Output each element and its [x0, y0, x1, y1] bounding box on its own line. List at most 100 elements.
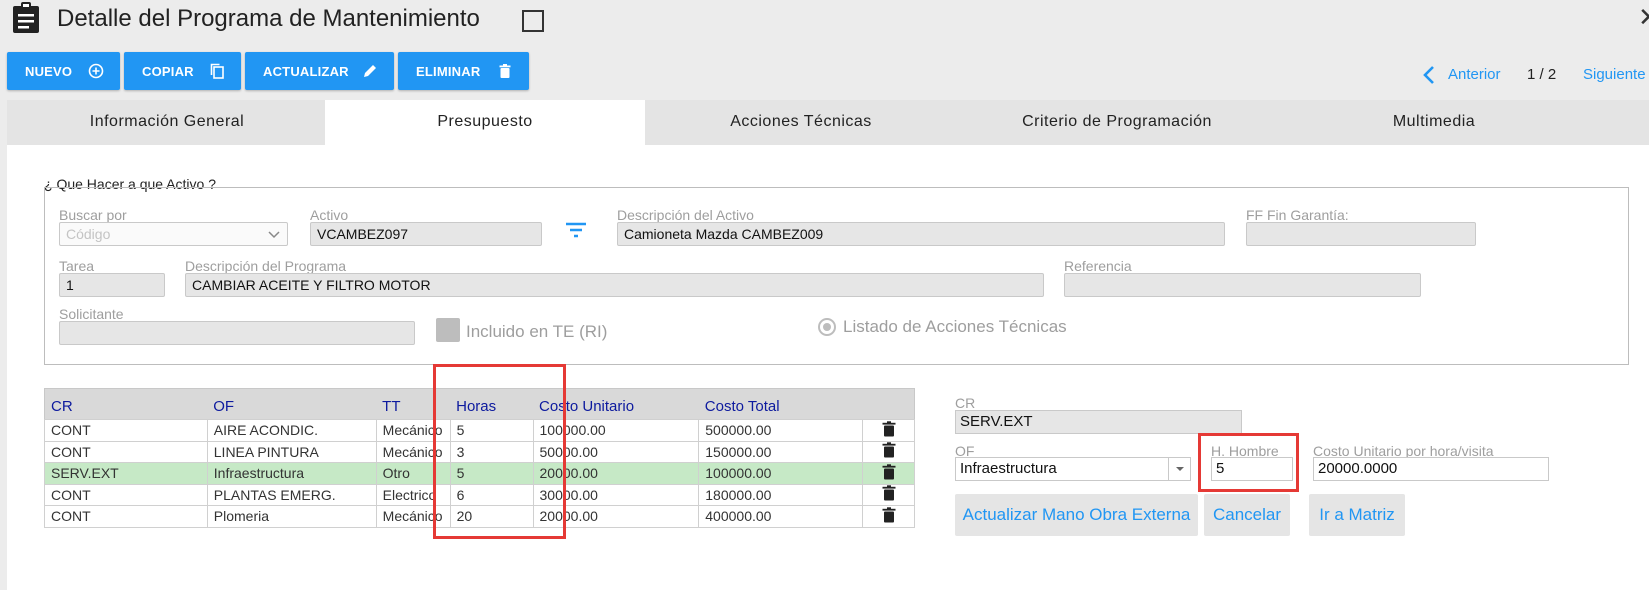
- header-cr[interactable]: CR: [44, 388, 208, 420]
- row-delete[interactable]: [862, 419, 915, 442]
- table-row[interactable]: CONT AIRE ACONDIC. Mecánico 5 100000.00 …: [44, 419, 915, 442]
- cell-costo-total: 150000.00: [698, 440, 864, 463]
- checkbox-outline-icon[interactable]: [522, 10, 544, 32]
- unit-cost-field[interactable]: 20000.0000: [1313, 457, 1549, 481]
- delete-button[interactable]: ELIMINAR: [398, 52, 529, 90]
- requester-label: Solicitante: [59, 306, 124, 322]
- search-by-select[interactable]: Código: [59, 222, 288, 246]
- warranty-end-field[interactable]: [1246, 222, 1476, 246]
- cell-costo-total: 500000.00: [698, 419, 864, 442]
- program-description-label: Descripción del Programa: [185, 258, 347, 274]
- cell-cr: SERV.EXT: [44, 462, 208, 485]
- cell-tt: Mecánico: [375, 440, 451, 463]
- row-delete[interactable]: [862, 505, 915, 528]
- tab-criterio-programacion[interactable]: Criterio de Programación: [957, 100, 1277, 145]
- trash-icon[interactable]: [882, 442, 896, 458]
- update-button-label: ACTUALIZAR: [263, 63, 349, 79]
- task-field[interactable]: 1: [59, 273, 165, 297]
- cell-cr: CONT: [44, 483, 208, 506]
- reference-field[interactable]: [1064, 273, 1421, 297]
- tab-informacion-general[interactable]: Información General: [7, 100, 327, 145]
- asset-description-field[interactable]: Camioneta Mazda CAMBEZ009: [617, 222, 1225, 246]
- trash-icon: [499, 64, 511, 78]
- asset-field[interactable]: VCAMBEZ097: [310, 222, 542, 246]
- window-header: Detalle del Programa de Mantenimiento ✕: [0, 0, 1649, 42]
- pencil-icon: [364, 65, 376, 77]
- trash-icon[interactable]: [882, 464, 896, 480]
- table-row[interactable]: CONT LINEA PINTURA Mecánico 3 50000.00 1…: [44, 440, 915, 463]
- header-costo-unitario[interactable]: Costo Unitario: [533, 388, 699, 420]
- table-row[interactable]: CONT PLANTAS EMERG. Electrico 6 30000.00…: [44, 483, 915, 506]
- cell-costo-unitario: 20000.00: [532, 462, 700, 485]
- of-select-value: Infraestructura: [960, 460, 1057, 477]
- page-counter: 1 / 2: [1527, 66, 1557, 83]
- trash-icon[interactable]: [882, 485, 896, 501]
- copy-button-label: COPIAR: [142, 63, 194, 79]
- actions-list-label: Listado de Acciones Técnicas: [843, 317, 1067, 336]
- cell-cr: CONT: [44, 440, 208, 463]
- copy-button[interactable]: COPIAR: [124, 52, 241, 90]
- cell-horas: 5: [449, 462, 534, 485]
- asset-description-label: Descripción del Activo: [617, 207, 754, 223]
- cell-of: PLANTAS EMERG.: [206, 483, 377, 506]
- header-costo-total[interactable]: Costo Total: [698, 388, 863, 420]
- header-horas[interactable]: Horas: [450, 388, 534, 420]
- cell-horas: 3: [449, 440, 534, 463]
- cell-of: Plomeria: [206, 505, 377, 528]
- previous-link[interactable]: Anterior: [1448, 66, 1501, 83]
- included-checkbox[interactable]: [436, 318, 460, 342]
- new-button[interactable]: NUEVO: [7, 52, 120, 90]
- hh-field[interactable]: 5: [1211, 457, 1293, 481]
- table-row[interactable]: CONT Plomeria Mecánico 20 20000.00 40000…: [44, 505, 915, 528]
- cell-cr: CONT: [44, 419, 208, 442]
- new-button-label: NUEVO: [25, 63, 73, 79]
- cell-horas: 5: [449, 419, 534, 442]
- chevron-left-icon[interactable]: [1420, 65, 1438, 85]
- cell-horas: 20: [449, 505, 534, 528]
- chevron-down-icon: [268, 231, 280, 239]
- search-by-label: Buscar por: [59, 207, 127, 223]
- row-delete[interactable]: [862, 462, 915, 485]
- requester-field[interactable]: [59, 321, 415, 345]
- cell-of: Infraestructura: [206, 462, 377, 485]
- cell-costo-total: 180000.00: [698, 483, 864, 506]
- caret-down-icon: [1176, 467, 1184, 471]
- update-external-labor-button[interactable]: Actualizar Mano Obra Externa: [955, 494, 1198, 536]
- tab-acciones-tecnicas[interactable]: Acciones Técnicas: [641, 100, 961, 145]
- tab-multimedia[interactable]: Multimedia: [1274, 100, 1594, 145]
- row-delete[interactable]: [862, 440, 915, 463]
- cell-of: LINEA PINTURA: [206, 440, 377, 463]
- cancel-button[interactable]: Cancelar: [1204, 494, 1290, 536]
- delete-button-label: ELIMINAR: [416, 63, 481, 79]
- warranty-end-label: FF Fin Garantía:: [1246, 207, 1349, 223]
- program-description-field[interactable]: CAMBIAR ACEITE Y FILTRO MOTOR: [185, 273, 1044, 297]
- header-of[interactable]: OF: [207, 388, 377, 420]
- cell-tt: Mecánico: [375, 505, 451, 528]
- cr-field[interactable]: SERV.EXT: [955, 410, 1242, 434]
- cell-of: AIRE ACONDIC.: [206, 419, 377, 442]
- cell-tt: Mecánico: [375, 419, 451, 442]
- header-actions: [862, 388, 915, 420]
- of-select[interactable]: Infraestructura: [955, 457, 1191, 481]
- trash-icon[interactable]: [882, 421, 896, 437]
- trash-icon[interactable]: [882, 507, 896, 523]
- task-label: Tarea: [59, 258, 95, 274]
- cr-label: CR: [955, 395, 976, 411]
- actions-list-radio[interactable]: [818, 318, 836, 336]
- cell-costo-unitario: 50000.00: [532, 440, 700, 463]
- dropdown-arrow[interactable]: [1168, 458, 1190, 480]
- header-tt[interactable]: TT: [376, 388, 451, 420]
- next-link[interactable]: Siguiente: [1583, 66, 1646, 83]
- cell-tt: Otro: [375, 462, 451, 485]
- cell-costo-unitario: 30000.00: [532, 483, 700, 506]
- table-row-selected[interactable]: SERV.EXT Infraestructura Otro 5 20000.00…: [44, 462, 915, 485]
- cell-costo-unitario: 100000.00: [532, 419, 700, 442]
- close-icon[interactable]: ✕: [1638, 2, 1649, 33]
- tab-bar: Información General Presupuesto Acciones…: [7, 100, 1649, 145]
- update-button[interactable]: ACTUALIZAR: [245, 52, 394, 90]
- filter-icon[interactable]: [565, 221, 587, 239]
- cell-tt: Electrico: [375, 483, 451, 506]
- row-delete[interactable]: [862, 483, 915, 506]
- go-to-matrix-button[interactable]: Ir a Matriz: [1309, 494, 1405, 536]
- tab-presupuesto[interactable]: Presupuesto: [325, 100, 645, 145]
